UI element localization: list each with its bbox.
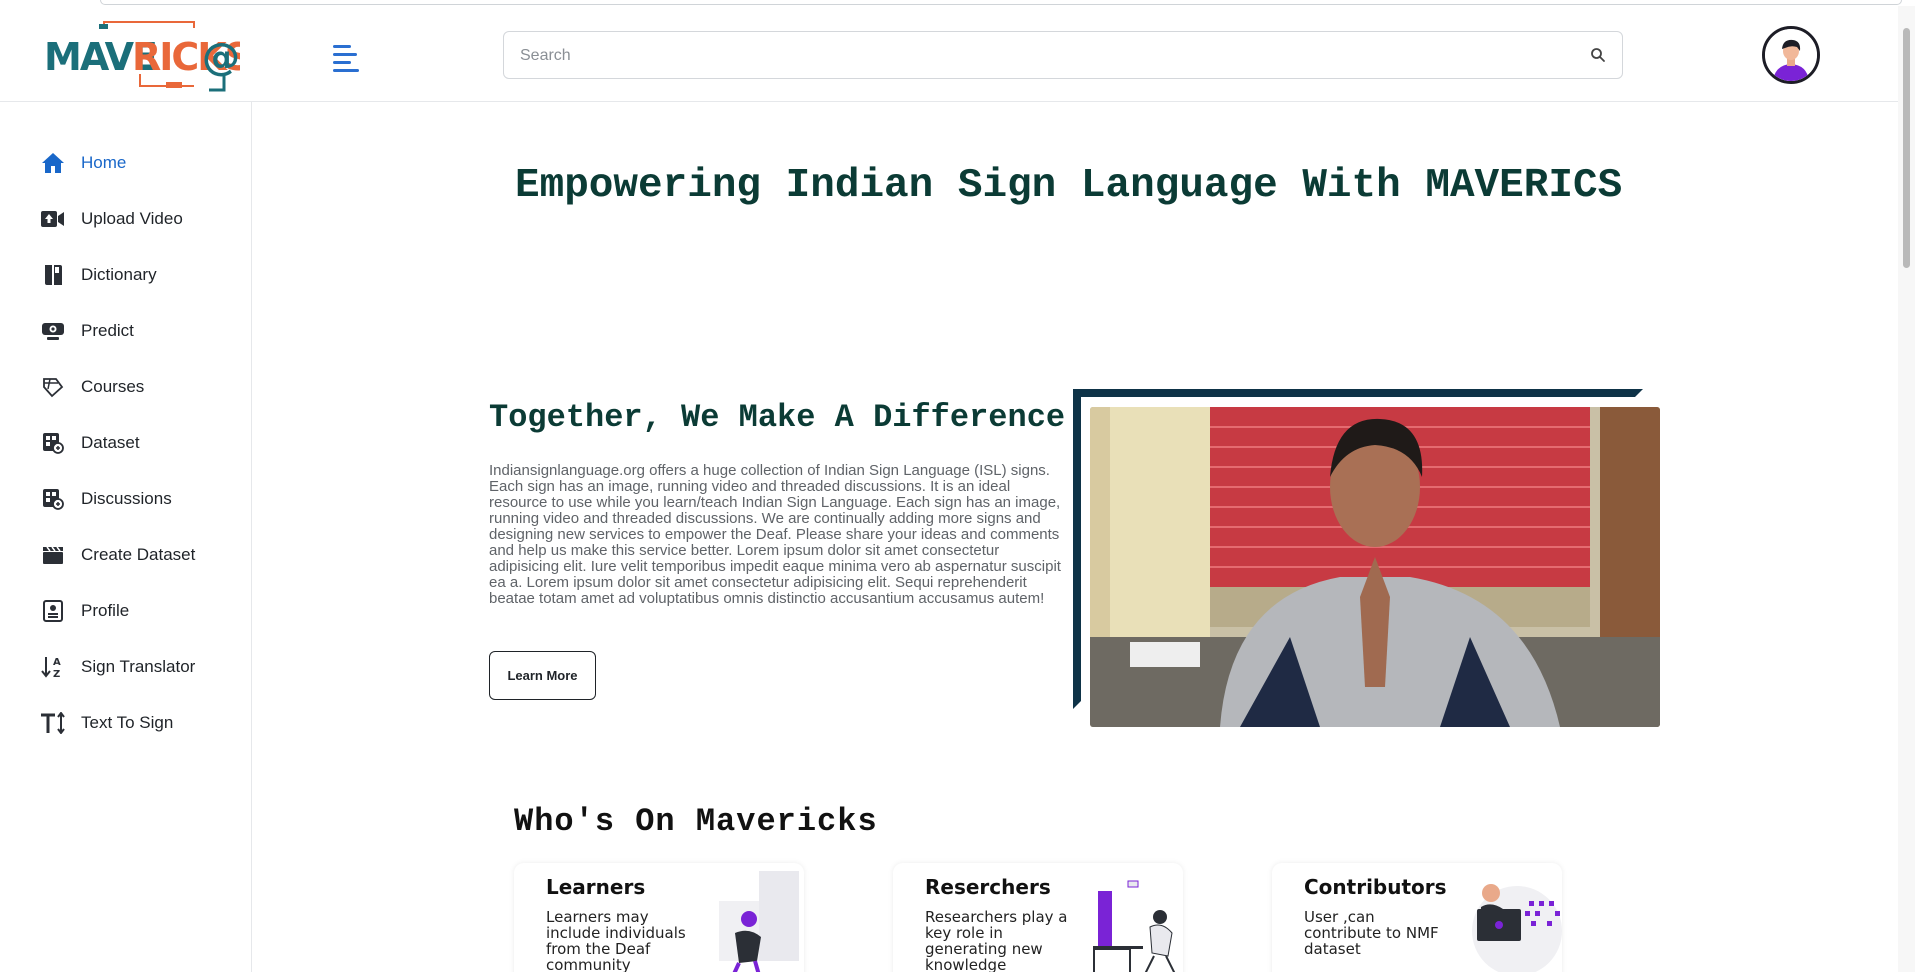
card-title: Learners <box>546 875 646 899</box>
sidebar-item-label: Home <box>81 153 127 172</box>
svg-text:@: @ <box>202 35 240 79</box>
sidebar-item-dictionary[interactable]: Dictionary <box>40 260 157 290</box>
sidebar-item-label: Create Dataset <box>81 545 196 564</box>
sidebar-item-profile[interactable]: Profile <box>40 596 129 626</box>
sidebar-item-dataset[interactable]: Dataset <box>40 428 140 458</box>
researchers-card[interactable]: Reserchers Researchers play a key role i… <box>893 863 1183 972</box>
sidebar-item-courses[interactable]: Courses <box>40 372 144 402</box>
card-title: Reserchers <box>925 875 1051 899</box>
page-scrollbar[interactable] <box>1898 6 1915 972</box>
hero-title: Empowering Indian Sign Language With MAV… <box>515 163 1623 209</box>
home-icon <box>40 150 66 176</box>
card-text: Learners may include individuals from th… <box>546 908 686 972</box>
sidebar-item-label: Discussions <box>81 489 172 508</box>
sidebar-item-label: Upload Video <box>81 209 183 228</box>
svg-text:Z: Z <box>53 669 60 679</box>
text-height-icon <box>40 710 66 736</box>
sidebar-item-create-dataset[interactable]: Create Dataset <box>40 540 195 570</box>
dataset-icon <box>40 430 66 456</box>
intro-paragraph: Indiansignlanguage.org offers a huge col… <box>489 462 1061 607</box>
menu-toggle-icon[interactable] <box>333 45 359 72</box>
user-avatar[interactable] <box>1762 26 1820 84</box>
sidebar-item-sign-translator[interactable]: AZ Sign Translator <box>40 652 195 682</box>
scrollbar-thumb[interactable] <box>1903 28 1910 268</box>
learner-illustration <box>719 871 799 972</box>
user-avatar-icon <box>1765 29 1817 81</box>
profile-icon <box>40 598 66 624</box>
sidebar-item-label: Dictionary <box>81 265 157 284</box>
svg-text:A: A <box>53 657 61 668</box>
sidebar-nav: Home Upload Video Dictionary Predict Cou… <box>0 102 252 972</box>
sidebar-item-text-to-sign[interactable]: Text To Sign <box>40 708 173 738</box>
learners-card[interactable]: Learners Learners may include individual… <box>514 863 804 972</box>
main-content: Empowering Indian Sign Language With MAV… <box>253 103 1898 972</box>
mavericks-logo[interactable]: MAVE RICKS @ <box>44 20 240 96</box>
sign-demo-image <box>1090 407 1660 727</box>
sidebar-item-predict[interactable]: Predict <box>40 316 134 346</box>
sidebar-item-label: Courses <box>81 377 145 396</box>
sidebar-item-label: Profile <box>81 601 130 620</box>
card-text: User ,can contribute to NMF dataset <box>1304 908 1439 958</box>
book-icon <box>40 262 66 288</box>
search-input[interactable] <box>520 44 1560 68</box>
contributors-card[interactable]: Contributors User ,can contribute to NMF… <box>1272 863 1562 972</box>
video-upload-icon <box>40 206 66 232</box>
clapperboard-icon <box>40 542 66 568</box>
sidebar-item-home[interactable]: Home <box>40 148 126 178</box>
sidebar-item-label: Text To Sign <box>81 713 174 732</box>
card-title: Contributors <box>1304 875 1447 899</box>
discussion-icon <box>40 486 66 512</box>
sidebar-item-upload-video[interactable]: Upload Video <box>40 204 183 234</box>
webcam-icon <box>40 318 66 344</box>
who-section-title: Who's On Mavericks <box>514 803 878 840</box>
diamond-icon <box>40 374 66 400</box>
sidebar-item-label: Sign Translator <box>81 657 196 676</box>
researcher-illustration <box>1093 880 1176 972</box>
sidebar-item-label: Predict <box>81 321 134 340</box>
contributor-illustration <box>1472 884 1562 972</box>
section-title: Together, We Make A Difference <box>489 399 1066 436</box>
learn-more-button[interactable]: Learn More <box>489 651 596 700</box>
sort-az-icon: AZ <box>40 654 66 680</box>
sidebar-item-label: Dataset <box>81 433 140 452</box>
search-icon[interactable] <box>1590 47 1606 63</box>
sidebar-item-discussions[interactable]: Discussions <box>40 484 172 514</box>
top-header: MAVE RICKS @ <box>0 6 1898 102</box>
card-text: Researchers play a key role in generatin… <box>925 908 1068 972</box>
search-bar <box>503 31 1623 79</box>
